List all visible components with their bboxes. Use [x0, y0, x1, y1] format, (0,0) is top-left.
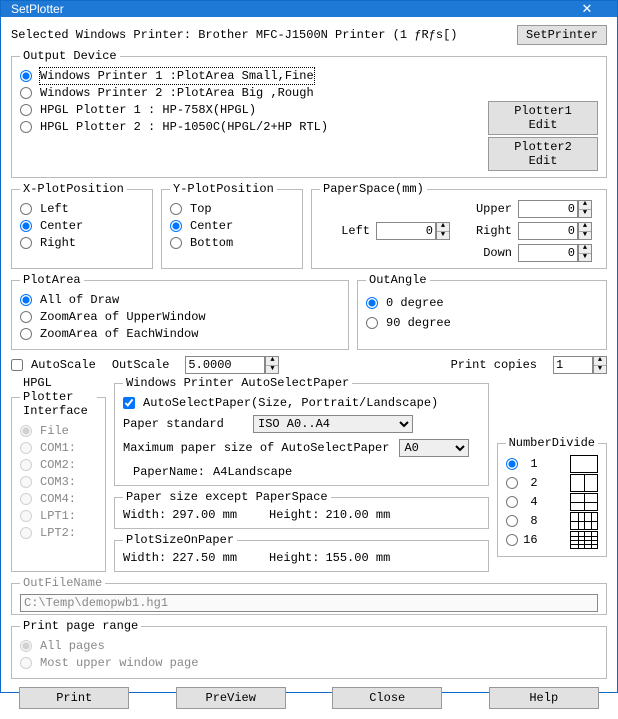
paper-std-select[interactable]: ISO A0..A4 — [253, 415, 413, 433]
xpos-center[interactable]: Center — [20, 218, 144, 234]
upper-spinner[interactable]: ▲▼ — [578, 200, 592, 218]
hpgl-lpt2: LPT2: — [20, 525, 97, 541]
left-input[interactable] — [376, 222, 436, 240]
hpgl-interface-group: HPGL Plotter Interface File COM1: COM2: … — [11, 376, 106, 572]
printcopies-label: Print copies — [451, 358, 537, 372]
grid-16-icon — [570, 531, 598, 549]
output-device-opt-1[interactable]: Windows Printer 2 :PlotArea Big ,Rough — [20, 85, 328, 101]
ypos-bottom[interactable]: Bottom — [170, 235, 294, 251]
xpos-left[interactable]: Left — [20, 201, 144, 217]
hpgl-com4: COM4: — [20, 491, 97, 507]
upper-label: Upper — [462, 202, 512, 216]
papersize-except-group: Paper size except PaperSpace Width: 297.… — [114, 490, 489, 529]
outscale-input[interactable] — [185, 356, 265, 374]
help-button[interactable]: Help — [489, 687, 599, 709]
numberdivide-group: NumberDivide 1 2 4 8 16 — [497, 436, 607, 557]
right-input[interactable] — [518, 222, 578, 240]
max-paper-select[interactable]: A0 — [399, 439, 469, 457]
left-label: Left — [320, 224, 370, 238]
plot-width-value: 227.50 mm — [172, 551, 237, 565]
outscale-spinner[interactable]: ▲▼ — [265, 356, 279, 374]
y-position-group: Y-PlotPosition Top Center Bottom — [161, 182, 303, 269]
right-label: Right — [462, 224, 512, 238]
xpos-right[interactable]: Right — [20, 235, 144, 251]
output-device-opt-0[interactable]: Windows Printer 1 :PlotArea Small,Fine — [20, 68, 328, 84]
papername-label: PaperName: — [133, 465, 205, 479]
hpgl-file: File — [20, 423, 97, 439]
x-position-group: X-PlotPosition Left Center Right — [11, 182, 153, 269]
ypos-center[interactable]: Center — [170, 218, 294, 234]
output-device-legend: Output Device — [20, 49, 120, 63]
numdivide-8[interactable]: 8 — [506, 512, 598, 530]
outfilename-group: OutFileName — [11, 576, 607, 615]
plot-height-value: 155.00 mm — [325, 551, 390, 565]
down-spinner[interactable]: ▲▼ — [578, 244, 592, 262]
right-spinner[interactable]: ▲▼ — [578, 222, 592, 240]
printcopies-input[interactable] — [553, 356, 593, 374]
hpgl-com1: COM1: — [20, 440, 97, 456]
down-input[interactable] — [518, 244, 578, 262]
upper-input[interactable] — [518, 200, 578, 218]
autoselect-group: Windows Printer AutoSelectPaper AutoSele… — [114, 376, 489, 486]
selected-printer-label: Selected Windows Printer: Brother MFC-J1… — [11, 28, 457, 42]
set-printer-button[interactable]: SetPrinter — [517, 25, 607, 45]
papername-value: A4Landscape — [213, 465, 292, 479]
window-title: SetPlotter — [11, 2, 64, 16]
outscale-label: OutScale — [112, 358, 170, 372]
preview-button[interactable]: PreView — [176, 687, 286, 709]
paper-std-label: Paper standard — [123, 417, 243, 431]
outangle-90[interactable]: 90 degree — [366, 315, 598, 331]
printcopies-spinner[interactable]: ▲▼ — [593, 356, 607, 374]
grid-4-icon — [570, 493, 598, 511]
paper-height-value: 210.00 mm — [325, 508, 390, 522]
output-device-opt-3[interactable]: HPGL Plotter 2 : HP-1050C(HPGL/2+HP RTL) — [20, 119, 328, 135]
titlebar: SetPlotter ✕ — [1, 1, 617, 17]
output-device-group: Output Device Windows Printer 1 :PlotAre… — [11, 49, 607, 178]
plotter2-edit-button[interactable]: Plotter2 Edit — [488, 137, 598, 171]
hpgl-com3: COM3: — [20, 474, 97, 490]
paper-width-value: 297.00 mm — [172, 508, 237, 522]
outangle-group: OutAngle 0 degree 90 degree — [357, 273, 607, 350]
grid-8-icon — [570, 512, 598, 530]
paperspace-group: PaperSpace(mm) Upper ▲▼ Left ▲▼ Right ▲▼… — [311, 182, 607, 269]
grid-2-icon — [570, 474, 598, 492]
plotarea-all[interactable]: All of Draw — [20, 292, 340, 308]
left-spinner[interactable]: ▲▼ — [436, 222, 450, 240]
grid-1-icon — [570, 455, 598, 473]
outfilename-input — [20, 594, 598, 612]
plotarea-each[interactable]: ZoomArea of EachWindow — [20, 326, 340, 342]
pagerange-all: All pages — [20, 638, 598, 654]
autoselect-check[interactable]: AutoSelectPaper(Size, Portrait/Landscape… — [123, 395, 480, 411]
outangle-0[interactable]: 0 degree — [366, 295, 598, 311]
numdivide-2[interactable]: 2 — [506, 474, 598, 492]
down-label: Down — [462, 246, 512, 260]
plotarea-group: PlotArea All of Draw ZoomArea of UpperWi… — [11, 273, 349, 350]
ypos-top[interactable]: Top — [170, 201, 294, 217]
numdivide-16[interactable]: 16 — [506, 531, 598, 549]
numdivide-4[interactable]: 4 — [506, 493, 598, 511]
plotsize-group: PlotSizeOnPaper Width: 227.50 mm Height:… — [114, 533, 489, 572]
print-button[interactable]: Print — [19, 687, 129, 709]
pagerange-group: Print page range All pages Most upper wi… — [11, 619, 607, 679]
hpgl-com2: COM2: — [20, 457, 97, 473]
max-paper-label: Maximum paper size of AutoSelectPaper — [123, 441, 389, 455]
hpgl-lpt1: LPT1: — [20, 508, 97, 524]
output-device-opt-2[interactable]: HPGL Plotter 1 : HP-758X(HPGL) — [20, 102, 328, 118]
plotter1-edit-button[interactable]: Plotter1 Edit — [488, 101, 598, 135]
autoscale-check[interactable]: AutoScale — [11, 357, 96, 373]
close-button[interactable]: Close — [332, 687, 442, 709]
numdivide-1[interactable]: 1 — [506, 455, 598, 473]
pagerange-upper: Most upper window page — [20, 655, 598, 671]
plotarea-upper[interactable]: ZoomArea of UpperWindow — [20, 309, 340, 325]
close-icon[interactable]: ✕ — [567, 1, 607, 17]
